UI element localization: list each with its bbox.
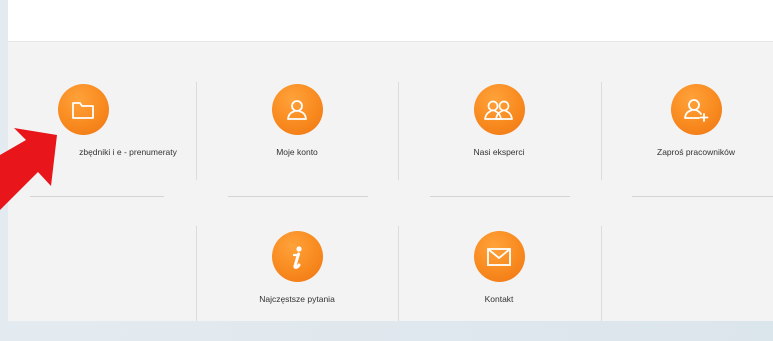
users-icon [473, 84, 525, 135]
tile-my-account[interactable]: Moje konto [197, 84, 397, 194]
top-bar [8, 0, 773, 42]
divider [601, 226, 602, 321]
tile-contact[interactable]: Kontakt [399, 231, 599, 341]
envelope-icon [473, 231, 525, 282]
red-arrow-icon [0, 128, 57, 210]
tile-label: Moje konto [276, 147, 318, 157]
info-icon [271, 231, 323, 282]
tile-label: Nasi eksperci [473, 147, 525, 157]
add-user-icon [670, 84, 722, 135]
tile-invite-employees[interactable]: Zaproś pracowników [596, 84, 773, 194]
user-icon [271, 84, 323, 135]
divider [228, 196, 368, 197]
tile-label: Kontakt [484, 294, 514, 304]
tile-experts[interactable]: Nasi eksperci [399, 84, 599, 194]
tile-faq[interactable]: Najczęstsze pytania [197, 231, 397, 341]
folder-icon [57, 84, 109, 135]
tile-label: Najczęstsze pytania [259, 294, 335, 304]
divider [430, 196, 570, 197]
tile-label: Zaproś pracowników [657, 147, 735, 157]
divider [632, 196, 773, 197]
tile-label: zbędniki i e - prenumeraty [79, 147, 177, 157]
